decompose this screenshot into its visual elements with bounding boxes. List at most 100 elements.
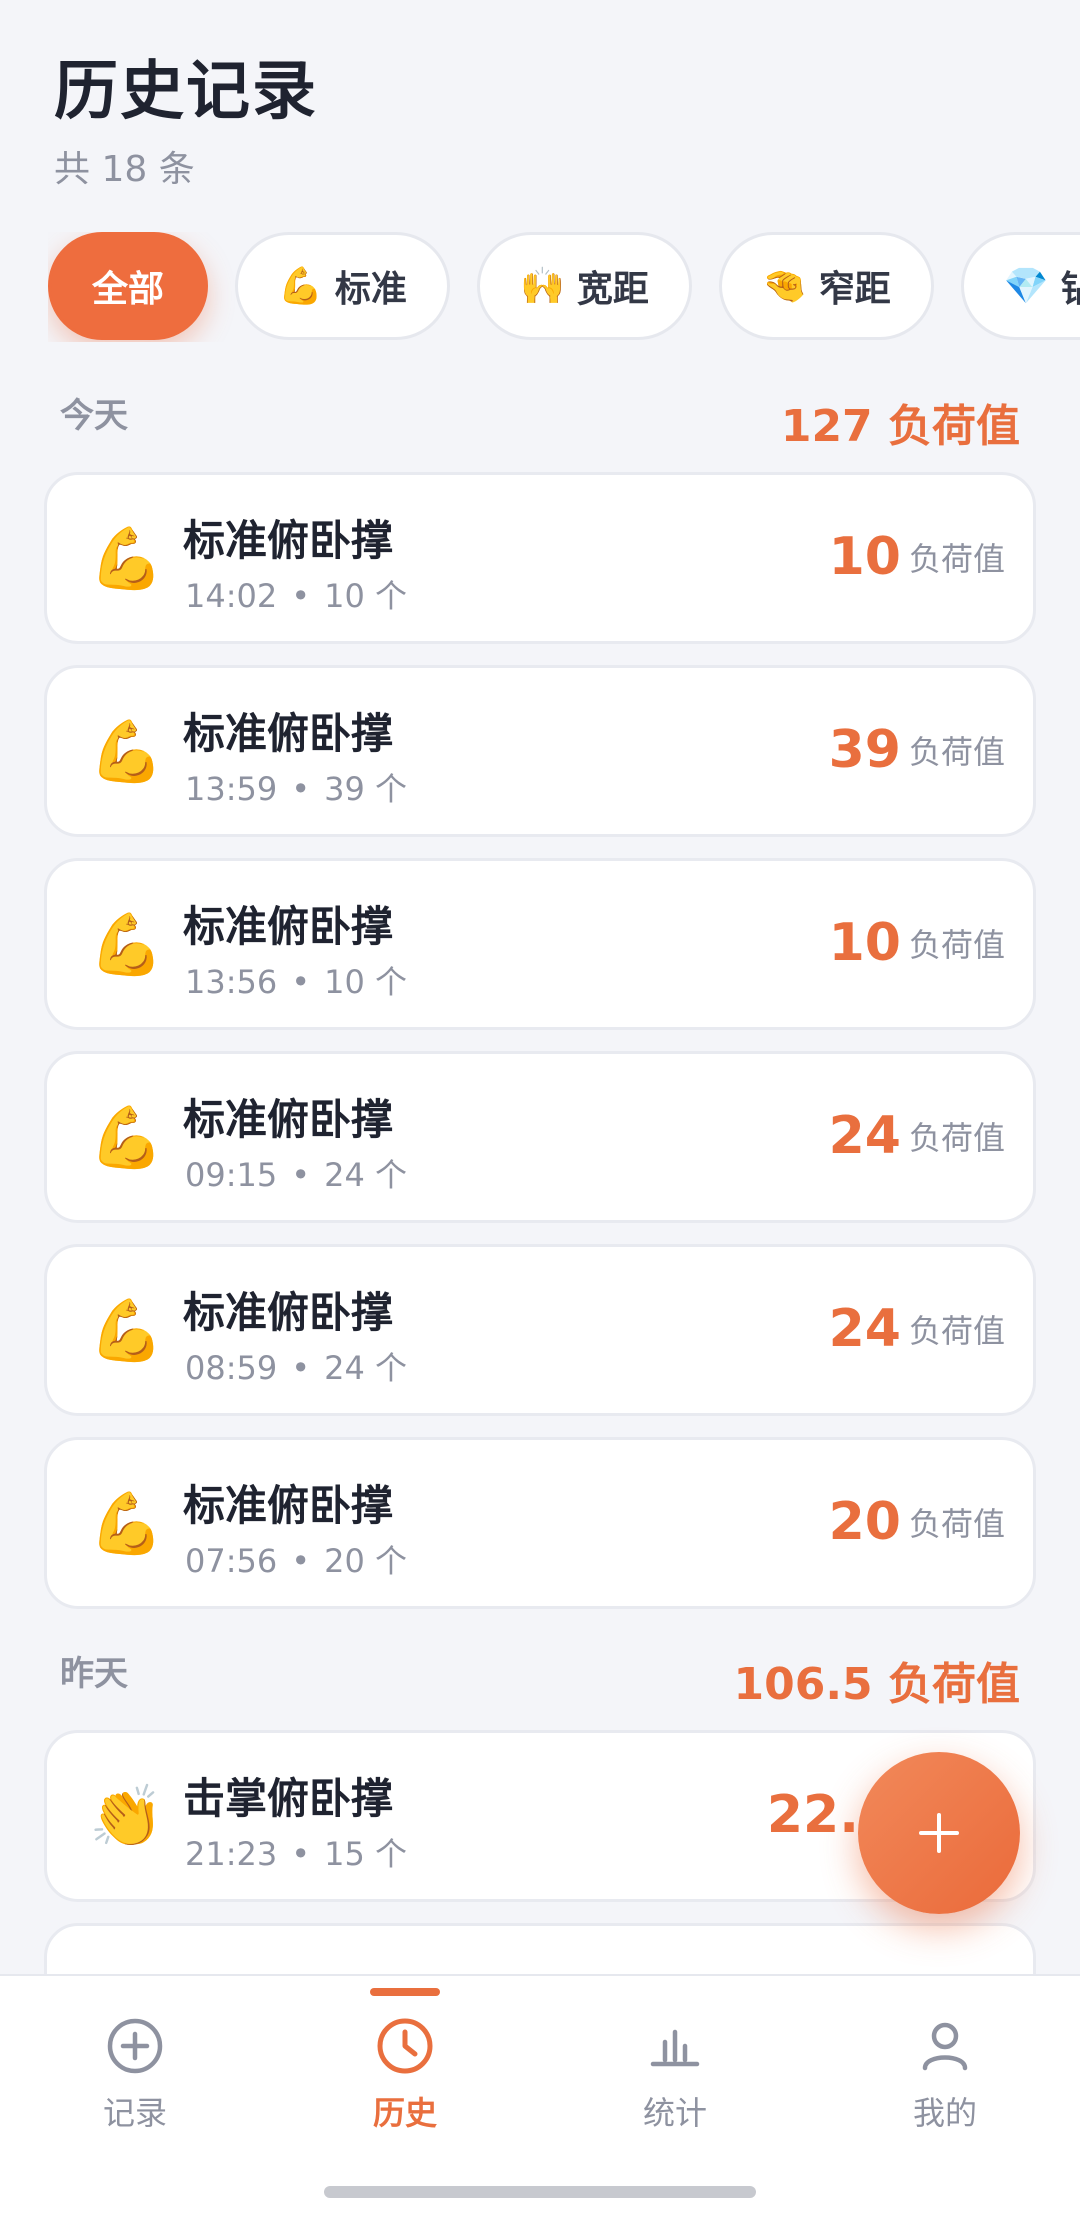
record-load-unit: 负荷值 [908,733,1005,771]
record-card[interactable]: 💪 标准俯卧撑 08:59 • 24 个 24 负荷值 [44,1244,1036,1416]
clock-icon [377,2018,433,2074]
record-count: 24 个 [324,1156,407,1194]
clapping-hands-icon: 👏 [89,1782,164,1852]
record-load-unit: 负荷值 [908,540,1005,578]
tab-record[interactable]: 记录 [0,1976,270,2146]
record-count: 10 个 [324,963,407,1001]
separator-dot: • [291,1349,311,1387]
tab-label: 统计 [642,2094,707,2132]
record-load-unit: 负荷值 [908,926,1005,964]
record-card[interactable]: 💪 标准俯卧撑 09:15 • 24 个 24 负荷值 [44,1051,1036,1223]
pinching-hand-icon: 🤏 [761,266,807,307]
record-name: 标准俯卧撑 [183,1095,394,1144]
filter-chips: 全部 💪 标准 🙌 宽距 🤏 窄距 💎 钻 [48,232,1080,342]
group-label: 今天 [60,396,128,436]
bottom-tab-bar: 记录 历史 统计 我的 [0,1974,1080,2220]
record-meta: 08:59 • 24 个 [185,1343,407,1389]
user-icon [922,2022,968,2071]
separator-dot: • [291,577,311,615]
plus-icon [919,1813,959,1853]
filter-chip-label: 钻 [1060,269,1080,310]
record-load-unit: 负荷值 [908,1505,1005,1543]
filter-chip-label: 标准 [334,269,407,310]
record-name: 标准俯卧撑 [183,709,394,758]
flexed-bicep-icon: 💪 [89,1296,164,1366]
separator-dot: • [291,1156,311,1194]
record-time: 09:15 [185,1156,278,1194]
record-time: 07:56 [185,1542,278,1580]
flexed-bicep-icon: 💪 [89,1489,164,1559]
record-time: 14:02 [185,577,278,615]
group-header-yesterday: 昨天 106.5 负荷值 [60,1646,1020,1710]
separator-dot: • [291,770,311,808]
group-total: 106.5 负荷值 [733,1659,1021,1710]
record-load-value: 10 [828,913,901,973]
filter-chip-diamond[interactable]: 💎 钻 [960,232,1080,340]
flexed-bicep-icon: 💪 [89,910,164,980]
record-load-value: 24 [828,1299,901,1359]
record-meta: 14:02 • 10 个 [185,571,407,617]
record-load: 20 负荷值 [829,1492,1005,1552]
filter-chip-standard[interactable]: 💪 标准 [235,232,450,340]
flexed-bicep-icon: 💪 [89,1103,164,1173]
record-load: 24 负荷值 [829,1299,1005,1359]
record-load: 10 负荷值 [829,913,1005,973]
record-time: 13:56 [185,963,278,1001]
tab-stats[interactable]: 统计 [540,1976,810,2146]
record-load-value: 22. [766,1785,859,1845]
record-name: 标准俯卧撑 [183,1481,394,1530]
record-name: 击掌俯卧撑 [183,1774,394,1823]
add-record-button[interactable] [858,1752,1020,1914]
record-meta: 13:59 • 39 个 [185,764,407,810]
history-screen: 历史记录 共 18 条 全部 💪 标准 🙌 宽距 🤏 窄距 💎 钻 今天 127… [0,0,1080,2220]
raised-hands-icon: 🙌 [520,266,565,307]
record-card[interactable]: 💪 标准俯卧撑 07:56 • 20 个 20 负荷值 [44,1437,1036,1609]
separator-dot: • [291,1542,311,1580]
record-meta: 21:23 • 15 个 [185,1829,407,1875]
filter-chip-all[interactable]: 全部 [48,232,208,340]
home-indicator[interactable] [324,2186,756,2198]
record-meta: 09:15 • 24 个 [185,1150,407,1196]
record-count: 39 个 [324,770,407,808]
filter-chip-label: 窄距 [818,269,891,310]
filter-chip-wide[interactable]: 🙌 宽距 [477,232,692,340]
group-total: 127 负荷值 [780,401,1020,452]
record-time: 08:59 [185,1349,278,1387]
record-load-value: 10 [828,527,901,587]
record-load-unit: 负荷值 [908,1119,1005,1157]
record-load-value: 24 [828,1106,901,1166]
tab-label: 我的 [912,2094,977,2132]
filter-chip-label: 宽距 [576,269,649,310]
record-load: 10 负荷值 [829,527,1005,587]
record-count: 10 个 [324,577,407,615]
tab-profile[interactable]: 我的 [810,1976,1080,2146]
record-name: 标准俯卧撑 [183,516,394,565]
record-card[interactable]: 💪 标准俯卧撑 13:56 • 10 个 10 负荷值 [44,858,1036,1030]
flexed-bicep-icon: 💪 [89,524,164,594]
record-count: 24 个 [324,1349,407,1387]
record-meta: 13:56 • 10 个 [185,957,407,1003]
record-name: 标准俯卧撑 [183,902,394,951]
flexed-bicep-icon: 💪 [278,266,323,307]
record-card[interactable]: 💪 标准俯卧撑 13:59 • 39 个 39 负荷值 [44,665,1036,837]
record-count: 共 18 条 [54,149,195,190]
page-title: 历史记录 [54,55,318,129]
active-tab-indicator [370,1988,440,1996]
record-time: 13:59 [185,770,278,808]
record-load: 39 负荷值 [829,720,1005,780]
record-load-value: 39 [828,720,901,780]
record-load-unit: 负荷值 [908,1312,1005,1350]
group-header-today: 今天 127 负荷值 [60,388,1020,452]
tab-history[interactable]: 历史 [270,1976,540,2146]
record-load: 24 负荷值 [829,1106,1005,1166]
filter-chip-narrow[interactable]: 🤏 窄距 [718,232,934,340]
record-meta: 07:56 • 20 个 [185,1536,407,1582]
record-card[interactable]: 💪 标准俯卧撑 14:02 • 10 个 10 负荷值 [44,472,1036,644]
separator-dot: • [291,1835,311,1873]
record-load: 22. [767,1785,867,1845]
diamond-icon: 💎 [1003,266,1049,307]
tab-label: 历史 [372,2094,437,2132]
record-count: 20 个 [324,1542,407,1580]
record-load-value: 20 [828,1492,901,1552]
filter-chip-label: 全部 [91,269,164,310]
